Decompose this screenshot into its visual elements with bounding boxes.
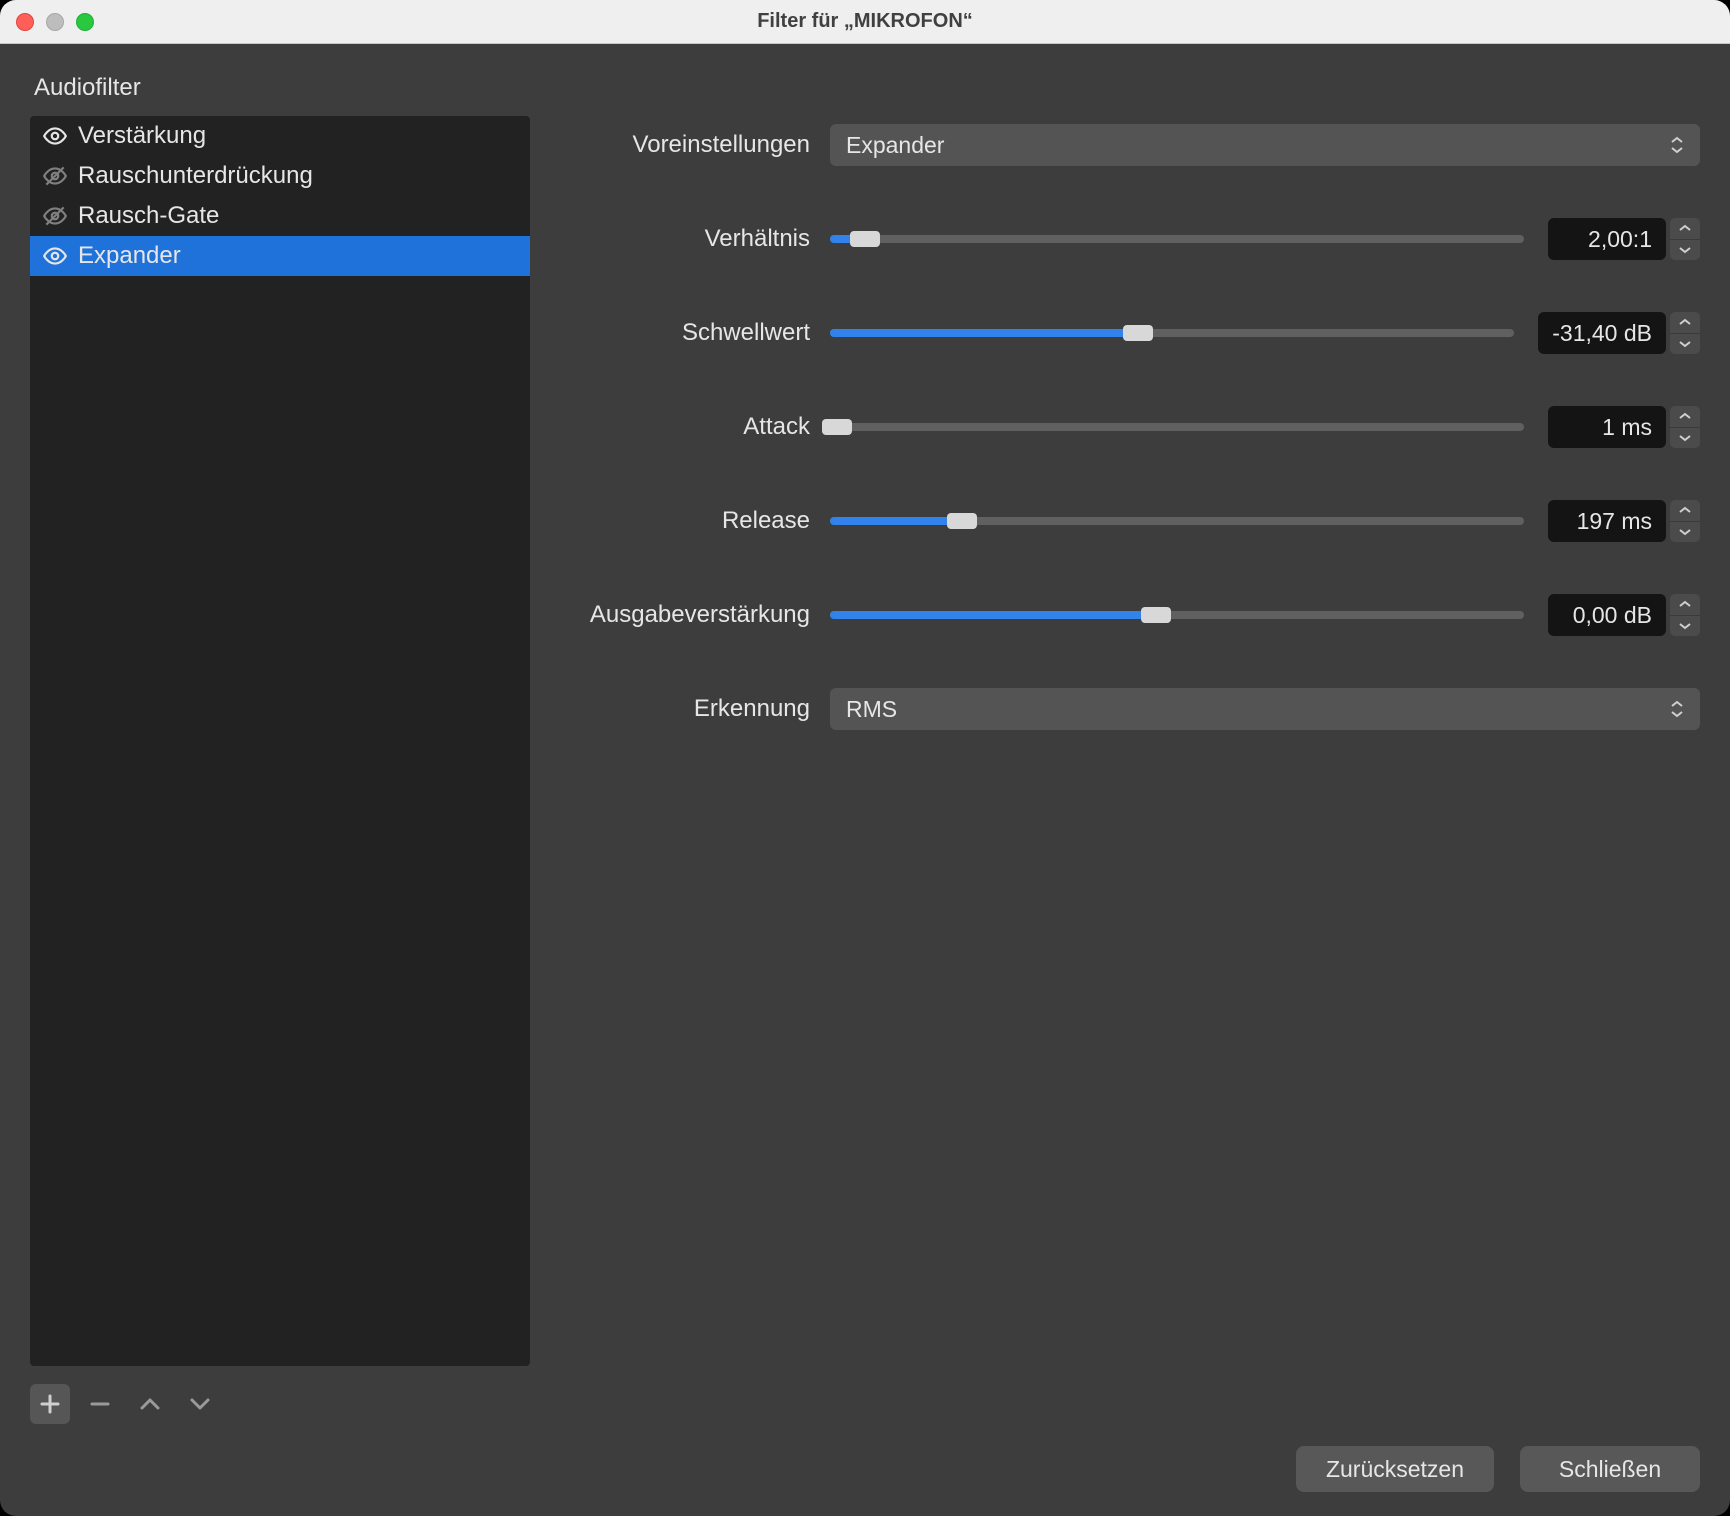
release-slider[interactable]: [830, 514, 1524, 528]
release-stepper[interactable]: [1670, 500, 1700, 542]
move-up-button[interactable]: [130, 1384, 170, 1424]
step-down-icon[interactable]: [1670, 616, 1700, 637]
filters-window: Filter für „MIKROFON“ Audiofilter Verstä…: [0, 0, 1730, 1516]
step-down-icon[interactable]: [1670, 522, 1700, 543]
eye-icon[interactable]: [42, 247, 68, 265]
step-down-icon[interactable]: [1670, 428, 1700, 449]
ratio-stepper[interactable]: [1670, 218, 1700, 260]
filter-list: Verstärkung Rauschunterdrückung Rausch-G…: [30, 116, 530, 1366]
step-up-icon[interactable]: [1670, 594, 1700, 616]
eye-off-icon[interactable]: [42, 167, 68, 185]
threshold-label: Schwellwert: [570, 319, 830, 347]
filter-item-rausch-gate[interactable]: Rausch-Gate: [30, 196, 530, 236]
step-up-icon[interactable]: [1670, 312, 1700, 334]
chevron-updown-icon: [1662, 124, 1692, 166]
step-up-icon[interactable]: [1670, 500, 1700, 522]
filter-toolbar: [30, 1384, 530, 1424]
move-down-button[interactable]: [180, 1384, 220, 1424]
release-label: Release: [570, 507, 830, 535]
filter-item-label: Verstärkung: [78, 122, 518, 150]
step-down-icon[interactable]: [1670, 334, 1700, 355]
threshold-value[interactable]: -31,40 dB: [1538, 312, 1666, 354]
eye-off-icon[interactable]: [42, 207, 68, 225]
attack-slider[interactable]: [830, 420, 1524, 434]
attack-label: Attack: [570, 413, 830, 441]
preset-label: Voreinstellungen: [570, 131, 830, 159]
outgain-stepper[interactable]: [1670, 594, 1700, 636]
sidebar-section-label: Audiofilter: [34, 74, 530, 102]
remove-filter-button[interactable]: [80, 1384, 120, 1424]
chevron-updown-icon: [1662, 688, 1692, 730]
ratio-slider[interactable]: [830, 232, 1524, 246]
filter-item-label: Rausch-Gate: [78, 202, 518, 230]
reset-button[interactable]: Zurücksetzen: [1296, 1446, 1494, 1492]
filter-item-expander[interactable]: Expander: [30, 236, 530, 276]
outgain-label: Ausgabeverstärkung: [570, 601, 830, 629]
titlebar: Filter für „MIKROFON“: [0, 0, 1730, 44]
detection-label: Erkennung: [570, 695, 830, 723]
outgain-value[interactable]: 0,00 dB: [1548, 594, 1666, 636]
detection-value: RMS: [846, 696, 897, 723]
eye-icon[interactable]: [42, 127, 68, 145]
filter-item-label: Rauschunterdrückung: [78, 162, 518, 190]
close-button[interactable]: Schließen: [1520, 1446, 1700, 1492]
step-up-icon[interactable]: [1670, 218, 1700, 240]
add-filter-button[interactable]: [30, 1384, 70, 1424]
preset-value: Expander: [846, 132, 944, 159]
outgain-slider[interactable]: [830, 608, 1524, 622]
step-up-icon[interactable]: [1670, 406, 1700, 428]
preset-dropdown[interactable]: Expander: [830, 124, 1700, 166]
attack-value[interactable]: 1 ms: [1548, 406, 1666, 448]
release-value[interactable]: 197 ms: [1548, 500, 1666, 542]
detection-dropdown[interactable]: RMS: [830, 688, 1700, 730]
window-title: Filter für „MIKROFON“: [0, 10, 1730, 33]
ratio-value[interactable]: 2,00:1: [1548, 218, 1666, 260]
step-down-icon[interactable]: [1670, 240, 1700, 261]
threshold-slider[interactable]: [830, 326, 1514, 340]
filter-item-label: Expander: [78, 242, 518, 270]
threshold-stepper[interactable]: [1670, 312, 1700, 354]
filter-item-rauschunterdrueckung[interactable]: Rauschunterdrückung: [30, 156, 530, 196]
filter-item-verstaerkung[interactable]: Verstärkung: [30, 116, 530, 156]
attack-stepper[interactable]: [1670, 406, 1700, 448]
ratio-label: Verhältnis: [570, 225, 830, 253]
